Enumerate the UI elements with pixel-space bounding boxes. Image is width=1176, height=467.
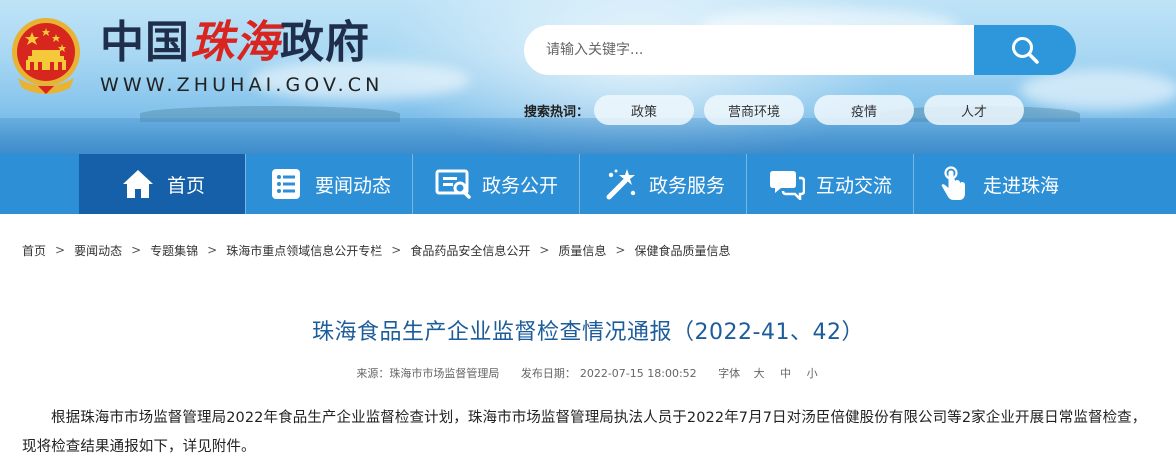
header-cloud xyxy=(1020,70,1176,110)
nav-item-label: 首页 xyxy=(166,174,205,197)
font-size-medium-button[interactable]: 中 xyxy=(780,367,791,380)
logo-text-zhuhai: 珠海 xyxy=(190,17,280,68)
nav-item-services[interactable]: 政务服务 xyxy=(580,154,746,214)
nav-item-label: 走进珠海 xyxy=(982,174,1059,197)
main-nav: 首页 要闻动态 政务公开 政务服务 互动交流 走进珠海 xyxy=(0,154,1176,214)
search-bar xyxy=(524,25,1076,75)
breadcrumb-item-health-food-quality[interactable]: 保健食品质量信息 xyxy=(634,242,730,259)
breadcrumb-item-key-areas[interactable]: 珠海市重点领域信息公开专栏 xyxy=(226,242,382,259)
article-body-paragraph: 根据珠海市市场监督管理局2022年食品生产企业监督检查计划，珠海市市场监督管理局… xyxy=(22,410,1147,455)
home-icon xyxy=(119,165,157,203)
nav-item-label: 要闻动态 xyxy=(314,174,391,197)
site-header: 中国 珠海 政府 WWW.ZHUHAI.GOV.CN 搜索热词： 政策 营商环境… xyxy=(0,0,1176,154)
hot-tag-policy[interactable]: 政策 xyxy=(594,95,694,125)
nav-item-open-affairs[interactable]: 政务公开 xyxy=(413,154,579,214)
breadcrumb-separator: > xyxy=(539,243,550,257)
news-list-icon xyxy=(267,165,305,203)
breadcrumb-separator: > xyxy=(55,243,66,257)
nav-item-interaction[interactable]: 互动交流 xyxy=(747,154,913,214)
font-size-small-button[interactable]: 小 xyxy=(807,367,818,380)
site-url: WWW.ZHUHAI.GOV.CN xyxy=(100,74,384,96)
hand-pointer-icon xyxy=(935,165,973,203)
logo-text-china: 中国 xyxy=(100,17,190,68)
nav-item-label: 政务服务 xyxy=(648,174,725,197)
search-icon xyxy=(1012,37,1039,64)
breadcrumb-item-topics[interactable]: 专题集锦 xyxy=(150,242,198,259)
breadcrumb-item-news[interactable]: 要闻动态 xyxy=(74,242,122,259)
nav-item-explore-zhuhai[interactable]: 走进珠海 xyxy=(914,154,1080,214)
search-input[interactable] xyxy=(524,25,984,75)
breadcrumb: 首页 > 要闻动态 > 专题集锦 > 珠海市重点领域信息公开专栏 > 食品药品安… xyxy=(22,242,730,258)
breadcrumb-separator: > xyxy=(391,243,402,257)
nav-item-label: 政务公开 xyxy=(481,174,558,197)
chat-icon xyxy=(768,165,806,203)
hot-tag-talent[interactable]: 人才 xyxy=(924,95,1024,125)
font-size-label: 字体 xyxy=(718,367,741,380)
article-title: 珠海食品生产企业监督检查情况通报（2022-41、42） xyxy=(312,320,864,345)
breadcrumb-separator: > xyxy=(207,243,218,257)
nav-item-news[interactable]: 要闻动态 xyxy=(246,154,412,214)
font-size-large-button[interactable]: 大 xyxy=(754,367,765,380)
article-date: 2022-07-15 18:00:52 xyxy=(579,367,697,380)
hot-tag-epidemic[interactable]: 疫情 xyxy=(814,95,914,125)
hot-tag-business-environment[interactable]: 营商环境 xyxy=(704,95,804,125)
nav-item-label: 互动交流 xyxy=(815,174,892,197)
service-wand-icon xyxy=(601,165,639,203)
breadcrumb-item-quality-info[interactable]: 质量信息 xyxy=(558,242,606,259)
breadcrumb-item-food-drug-safety[interactable]: 食品药品安全信息公开 xyxy=(410,242,530,259)
article-date-label: 发布日期： xyxy=(520,367,576,380)
logo-text-government: 政府 xyxy=(280,17,370,68)
open-affairs-icon xyxy=(434,165,472,203)
breadcrumb-separator: > xyxy=(615,243,626,257)
search-button[interactable] xyxy=(974,25,1076,75)
national-emblem-icon xyxy=(12,18,80,94)
hot-search-label: 搜索热词： xyxy=(524,105,590,120)
site-logo[interactable]: 中国 珠海 政府 xyxy=(100,18,370,68)
breadcrumb-item-home[interactable]: 首页 xyxy=(22,242,46,259)
article-meta: 来源：珠海市市场监督管理局 发布日期： 2022-07-15 18:00:52 字… xyxy=(0,365,1176,381)
breadcrumb-separator: > xyxy=(131,243,142,257)
nav-item-home[interactable]: 首页 xyxy=(79,154,245,214)
article-source: 来源：珠海市市场监督管理局 xyxy=(356,367,500,380)
